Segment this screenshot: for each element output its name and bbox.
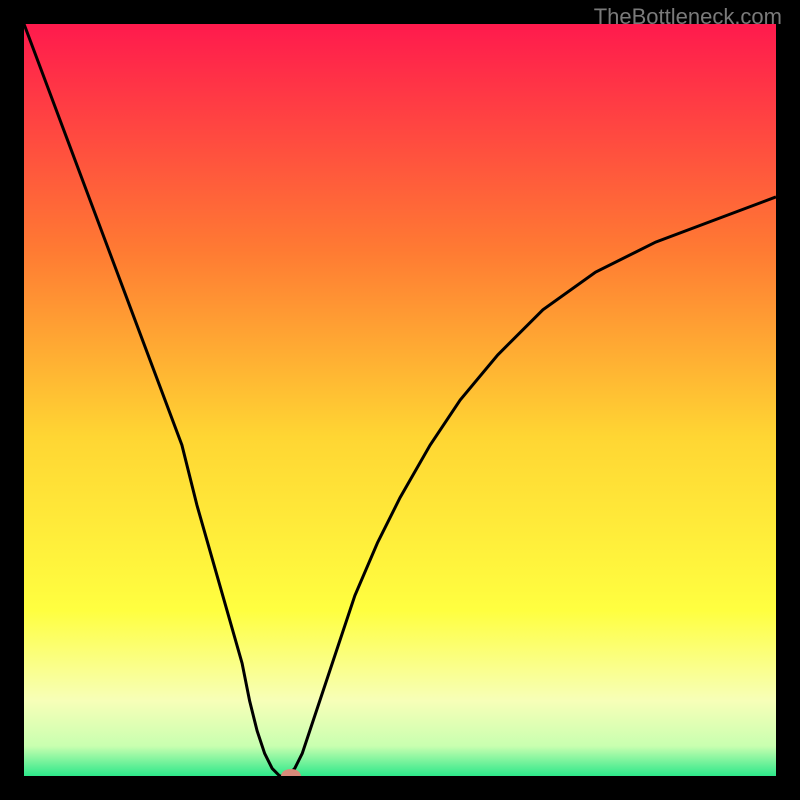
plot-area [24, 24, 776, 776]
chart-svg [24, 24, 776, 776]
gradient-background [24, 24, 776, 776]
watermark-text: TheBottleneck.com [594, 4, 782, 30]
chart-container: TheBottleneck.com [0, 0, 800, 800]
